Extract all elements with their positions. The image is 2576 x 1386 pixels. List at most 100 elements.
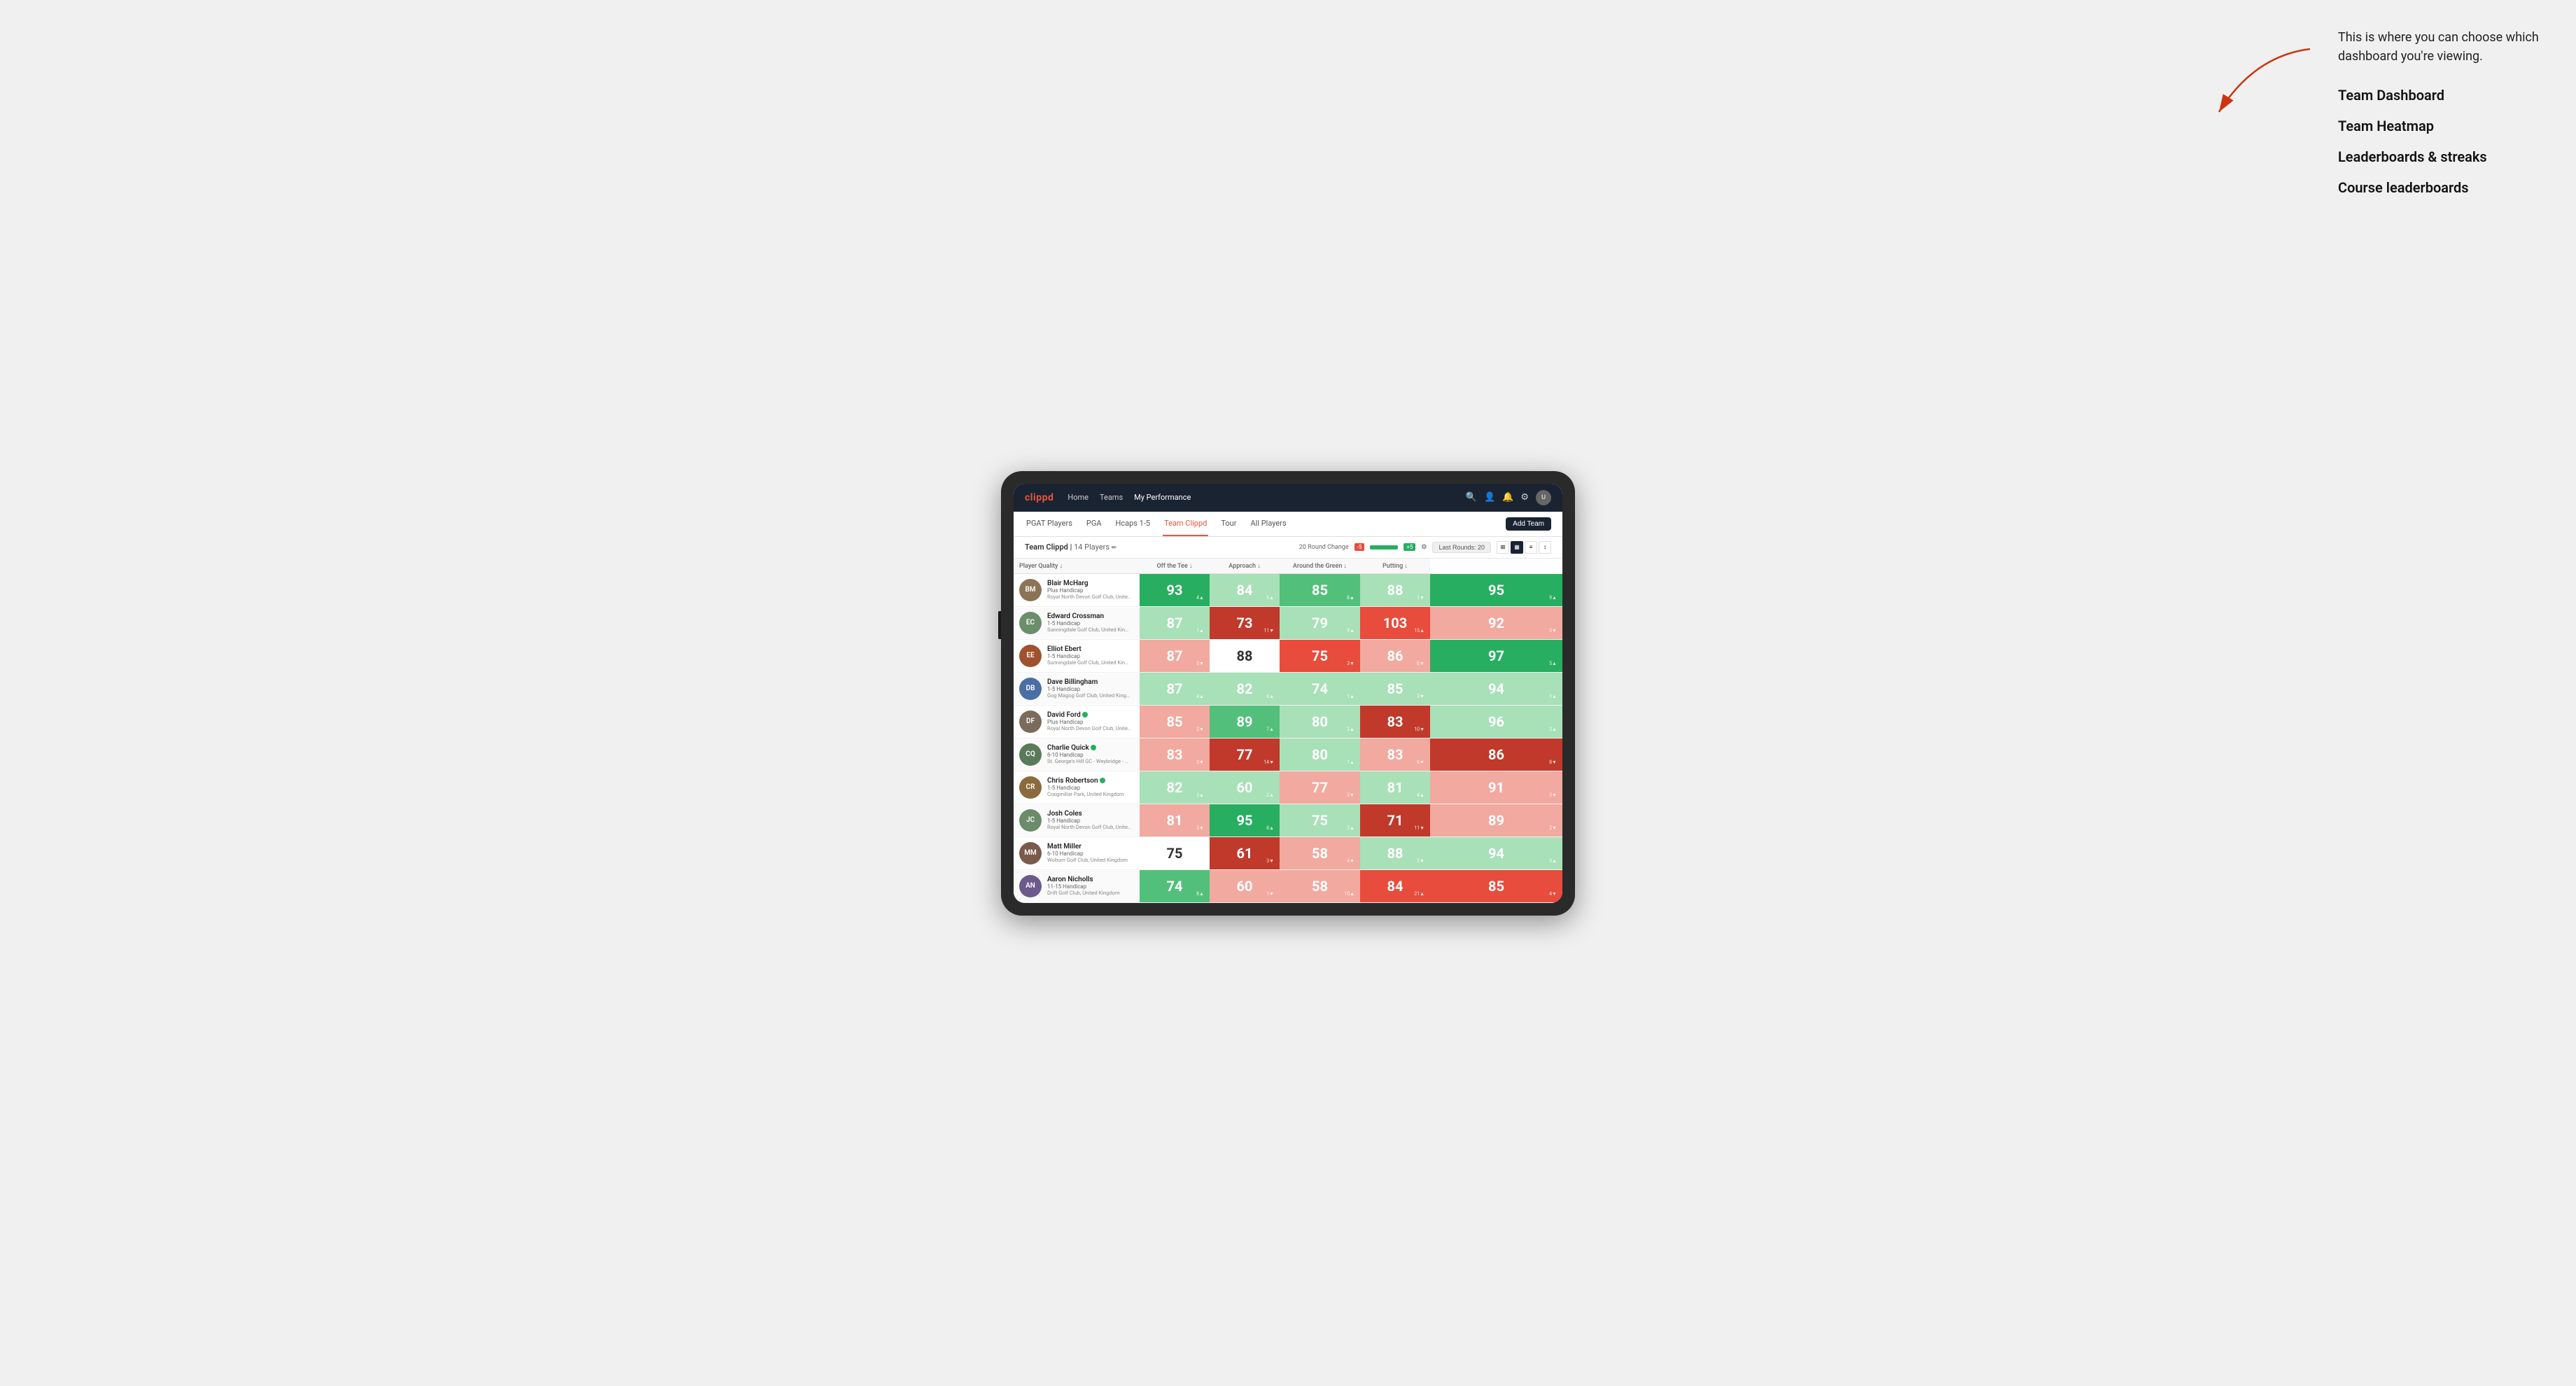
score-box: 75 2▲ <box>1280 804 1360 836</box>
view-settings-icon[interactable]: ↕ <box>1539 541 1551 554</box>
score-box: 80 1▲ <box>1280 738 1360 771</box>
score-cell: 93 4▲ <box>1140 573 1210 606</box>
player-name: Blair McHarg <box>1047 580 1134 587</box>
player-handicap: 1-5 Handicap <box>1047 818 1134 824</box>
score-change: 1▲ <box>1196 628 1204 634</box>
person-icon[interactable]: 👤 <box>1484 492 1495 503</box>
score-value: 58 <box>1312 878 1328 895</box>
score-change: 3▲ <box>1347 727 1354 732</box>
col-header-putting: Putting ↓ <box>1360 559 1430 574</box>
score-change: 3▼ <box>1196 661 1204 666</box>
score-cell: 75 2▲ <box>1280 804 1360 836</box>
score-value: 82 <box>1237 680 1253 697</box>
player-cell[interactable]: AN Aaron Nicholls 11-15 Handicap Drift G… <box>1014 871 1140 902</box>
score-box: 87 1▲ <box>1140 607 1210 639</box>
player-info: Elliot Ebert 1-5 Handicap Sunningdale Go… <box>1047 645 1134 666</box>
add-team-button[interactable]: Add Team <box>1506 517 1551 531</box>
score-value: 81 <box>1387 779 1404 796</box>
score-box: 84 6▲ <box>1210 574 1280 606</box>
search-icon[interactable]: 🔍 <box>1466 492 1477 503</box>
score-value: 91 <box>1488 779 1504 796</box>
player-cell[interactable]: JC Josh Coles 1-5 Handicap Royal North D… <box>1014 805 1140 836</box>
tab-hcaps[interactable]: Hcaps 1-5 <box>1114 511 1152 536</box>
edit-icon[interactable]: ✏ <box>1112 545 1117 552</box>
avatar: BM <box>1019 579 1042 601</box>
score-change: 6▼ <box>1417 760 1424 765</box>
score-change: 1▲ <box>1347 694 1354 699</box>
view-heatmap-icon[interactable]: ≡ <box>1525 541 1537 554</box>
score-change: 10▼ <box>1414 727 1424 732</box>
score-cell: 73 11▼ <box>1210 606 1280 639</box>
view-grid-small-icon[interactable]: ⊞ <box>1497 541 1509 554</box>
score-value: 71 <box>1387 812 1404 829</box>
score-cell: 95 9▲ <box>1430 573 1562 606</box>
player-cell[interactable]: EC Edward Crossman 1-5 Handicap Sunningd… <box>1014 608 1140 638</box>
score-cell: 80 3▲ <box>1280 705 1360 738</box>
score-box: 97 5▲ <box>1430 640 1562 672</box>
table-row: AN Aaron Nicholls 11-15 Handicap Drift G… <box>1014 869 1562 902</box>
score-box: 80 3▲ <box>1280 706 1360 738</box>
col-header-approach: Approach ↓ <box>1210 559 1280 574</box>
score-cell: 103 15▲ <box>1360 606 1430 639</box>
data-table-container[interactable]: Player Quality ↓ Off the Tee ↓ Approach … <box>1014 559 1562 903</box>
score-change: 2▼ <box>1417 858 1424 864</box>
separator-icon: ⚙ <box>1421 544 1427 551</box>
score-change: 8▲ <box>1266 825 1274 831</box>
tab-pga[interactable]: PGA <box>1085 511 1103 536</box>
score-value: 73 <box>1237 615 1253 631</box>
annotation-panel: This is where you can choose which dashb… <box>2338 28 2562 210</box>
score-cell: 85 3▼ <box>1140 705 1210 738</box>
score-cell: 83 3▼ <box>1140 738 1210 771</box>
table-row: CR Chris Robertson 1-5 Handicap Craigmil… <box>1014 771 1562 804</box>
score-box: 74 1▲ <box>1280 673 1360 705</box>
score-value: 83 <box>1167 746 1183 763</box>
nav-item-performance[interactable]: My Performance <box>1134 493 1191 502</box>
player-name: Edward Crossman <box>1047 612 1134 620</box>
player-club: Sunningdale Golf Club, United Kingdom <box>1047 626 1131 633</box>
tab-team-clippd[interactable]: Team Clippd <box>1163 511 1208 536</box>
avatar: MM <box>1019 842 1042 864</box>
table-row: EE Elliot Ebert 1-5 Handicap Sunningdale… <box>1014 639 1562 672</box>
score-value: 79 <box>1312 615 1328 631</box>
score-box: 73 11▼ <box>1210 607 1280 639</box>
tab-tour[interactable]: Tour <box>1219 511 1238 536</box>
bell-icon[interactable]: 🔔 <box>1502 492 1513 503</box>
last-rounds-button[interactable]: Last Rounds: 20 <box>1432 542 1491 553</box>
score-box: 86 6▼ <box>1360 640 1430 672</box>
score-cell: 77 3▼ <box>1280 771 1360 804</box>
score-box: 103 15▲ <box>1360 607 1430 639</box>
score-box: 81 3▼ <box>1140 804 1210 836</box>
score-change: 4▲ <box>1196 595 1204 601</box>
player-name: Aaron Nicholls <box>1047 876 1134 883</box>
annotation-item: Team Heatmap <box>2338 118 2562 134</box>
score-change: 11▼ <box>1264 628 1274 634</box>
player-cell[interactable]: BM Blair McHarg Plus Handicap Royal Nort… <box>1014 575 1140 606</box>
view-grid-large-icon[interactable]: ▦ <box>1511 541 1523 554</box>
nav-item-home[interactable]: Home <box>1068 493 1088 502</box>
player-cell[interactable]: EE Elliot Ebert 1-5 Handicap Sunningdale… <box>1014 640 1140 671</box>
score-box: 75 <box>1140 837 1210 869</box>
player-cell[interactable]: CQ Charlie Quick 6-10 Handicap St. Georg… <box>1014 739 1140 770</box>
verified-icon <box>1082 712 1088 718</box>
score-value: 85 <box>1167 713 1183 730</box>
score-change: 8▲ <box>1196 891 1204 897</box>
annotation-intro: This is where you can choose which dashb… <box>2338 28 2562 66</box>
score-value: 75 <box>1312 812 1328 829</box>
player-cell[interactable]: MM Matt Miller 6-10 Handicap Woburn Golf… <box>1014 838 1140 869</box>
score-cell: 83 10▼ <box>1360 705 1430 738</box>
player-cell[interactable]: CR Chris Robertson 1-5 Handicap Craigmil… <box>1014 772 1140 803</box>
score-change: 8▲ <box>1347 595 1354 601</box>
player-cell[interactable]: DF David Ford Plus Handicap Royal North … <box>1014 706 1140 737</box>
player-handicap: 1-5 Handicap <box>1047 653 1134 659</box>
player-club: St. George's Hill GC - Weybridge - Surre… <box>1047 758 1131 764</box>
last-rounds-label: Last Rounds: 20 <box>1438 544 1485 551</box>
player-cell[interactable]: DB Dave Billingham 1-5 Handicap Gog Mago… <box>1014 673 1140 704</box>
col-header-tee: Off the Tee ↓ <box>1140 559 1210 574</box>
score-change: 7▲ <box>1266 727 1274 732</box>
settings-icon[interactable]: ⚙ <box>1520 492 1529 503</box>
user-avatar[interactable]: U <box>1536 490 1551 505</box>
tab-all-players[interactable]: All Players <box>1249 511 1287 536</box>
sub-nav: PGAT Players PGA Hcaps 1-5 Team Clippd T… <box>1014 512 1562 537</box>
nav-item-teams[interactable]: Teams <box>1100 493 1123 502</box>
tab-pgat-players[interactable]: PGAT Players <box>1025 511 1074 536</box>
